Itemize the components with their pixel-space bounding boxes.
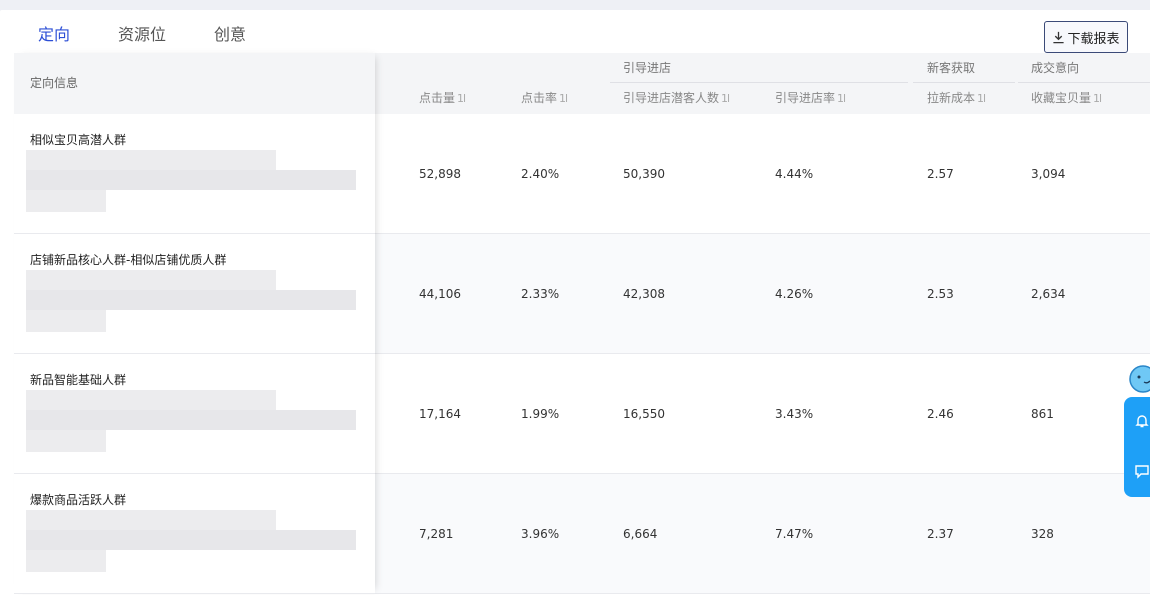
cell-clicks: 52,898 (419, 167, 461, 181)
float-panel (1124, 397, 1150, 497)
download-report-label: 下载报表 (1067, 31, 1120, 47)
sort-icon[interactable]: 1l (559, 83, 568, 114)
cell-visit-prospects: 42,308 (623, 287, 665, 301)
table-row[interactable]: 爆款商品活跃人群 (14, 474, 375, 594)
column-header-label: 引导进店潜客人数 (623, 91, 720, 105)
sort-icon[interactable]: 1l (837, 83, 846, 114)
blurred-details (26, 390, 356, 452)
cell-visit-prospects: 50,390 (623, 167, 665, 181)
group-header-store-visit: 引导进店 (623, 61, 672, 75)
cell-acquisition-cost: 2.37 (927, 527, 954, 541)
group-header-new-customer: 新客获取 (927, 61, 976, 75)
cell-favorites: 328 (1031, 527, 1054, 541)
cell-visit-rate: 4.44% (775, 167, 814, 181)
audience-name: 相似宝贝高潜人群 (30, 133, 127, 147)
column-header-acquisition-cost[interactable]: 拉新成本 1l (927, 83, 986, 114)
cell-acquisition-cost: 2.57 (927, 167, 954, 181)
blurred-details (26, 270, 356, 332)
table-row[interactable]: 52,898 2.40% 50,390 4.44% 2.57 3,094 (375, 114, 1150, 234)
column-header-visit-prospects[interactable]: 引导进店潜客人数 1l (623, 83, 730, 114)
audience-name: 新品智能基础人群 (30, 373, 127, 387)
column-header-ctr[interactable]: 点击率 1l (521, 83, 568, 114)
table-row[interactable]: 店铺新品核心人群-相似店铺优质人群 (14, 234, 375, 354)
targeting-info-column: 定向信息 相似宝贝高潜人群 店铺新品核心人群-相似店铺优质人群 新品智能基础人群… (14, 53, 375, 594)
column-header-label: 点击率 (521, 91, 558, 105)
cell-ctr: 1.99% (521, 407, 560, 421)
sort-icon[interactable]: 1l (457, 83, 466, 114)
cell-clicks: 44,106 (419, 287, 461, 301)
download-report-button[interactable]: 下载报表 (1044, 21, 1128, 53)
table-row[interactable]: 44,106 2.33% 42,308 4.26% 2.53 2,634 (375, 234, 1150, 354)
group-header-purchase-intent: 成交意向 (1031, 61, 1080, 75)
download-icon (1053, 31, 1065, 43)
blurred-details (26, 510, 356, 572)
table-row[interactable]: 17,164 1.99% 16,550 3.43% 2.46 861 (375, 354, 1150, 474)
cell-acquisition-cost: 2.46 (927, 407, 954, 421)
table-row[interactable]: 7,281 3.96% 6,664 7.47% 2.37 328 (375, 474, 1150, 594)
column-header-row: 点击量 1l 点击率 1l 引导进店潜客人数 1l 引导进店率 1l 拉新成本 1l 收藏… (375, 83, 1150, 114)
chat-icon[interactable] (1134, 463, 1150, 479)
column-header-clicks[interactable]: 点击量 1l (419, 83, 466, 114)
cell-visit-rate: 7.47% (775, 527, 814, 541)
cell-favorites: 3,094 (1031, 167, 1066, 181)
mascot-icon[interactable] (1126, 363, 1150, 397)
cell-favorites: 861 (1031, 407, 1054, 421)
cell-visit-rate: 4.26% (775, 287, 814, 301)
cell-visit-prospects: 6,664 (623, 527, 658, 541)
column-header-favorites[interactable]: 收藏宝贝量 1l (1031, 83, 1102, 114)
cell-ctr: 2.33% (521, 287, 560, 301)
audience-name: 爆款商品活跃人群 (30, 493, 127, 507)
floating-assistant (1124, 363, 1150, 503)
column-header-visit-rate[interactable]: 引导进店率 1l (775, 83, 846, 114)
column-header-label: 引导进店率 (775, 91, 836, 105)
sort-icon[interactable]: 1l (1093, 83, 1102, 114)
blurred-details (26, 150, 356, 212)
cell-favorites: 2,634 (1031, 287, 1066, 301)
cell-acquisition-cost: 2.53 (927, 287, 954, 301)
cell-ctr: 2.40% (521, 167, 560, 181)
audience-name: 店铺新品核心人群-相似店铺优质人群 (30, 253, 227, 267)
column-header-label: 收藏宝贝量 (1031, 91, 1092, 105)
cell-visit-rate: 3.43% (775, 407, 814, 421)
metrics-area: 引导进店 新客获取 成交意向 点击量 1l 点击率 1l 引导进店潜客人数 1l 引导… (375, 53, 1150, 594)
column-header-label: 点击量 (419, 91, 456, 105)
sort-icon[interactable]: 1l (977, 83, 986, 114)
targeting-info-header: 定向信息 (14, 53, 375, 114)
cell-visit-prospects: 16,550 (623, 407, 665, 421)
column-header-label: 拉新成本 (927, 91, 976, 105)
group-header-row: 引导进店 新客获取 成交意向 (375, 53, 1150, 83)
table-row[interactable]: 相似宝贝高潜人群 (14, 114, 375, 234)
cell-ctr: 3.96% (521, 527, 560, 541)
cell-clicks: 17,164 (419, 407, 461, 421)
sort-icon[interactable]: 1l (721, 83, 730, 114)
cell-clicks: 7,281 (419, 527, 454, 541)
bell-icon[interactable] (1134, 413, 1150, 429)
table-row[interactable]: 新品智能基础人群 (14, 354, 375, 474)
